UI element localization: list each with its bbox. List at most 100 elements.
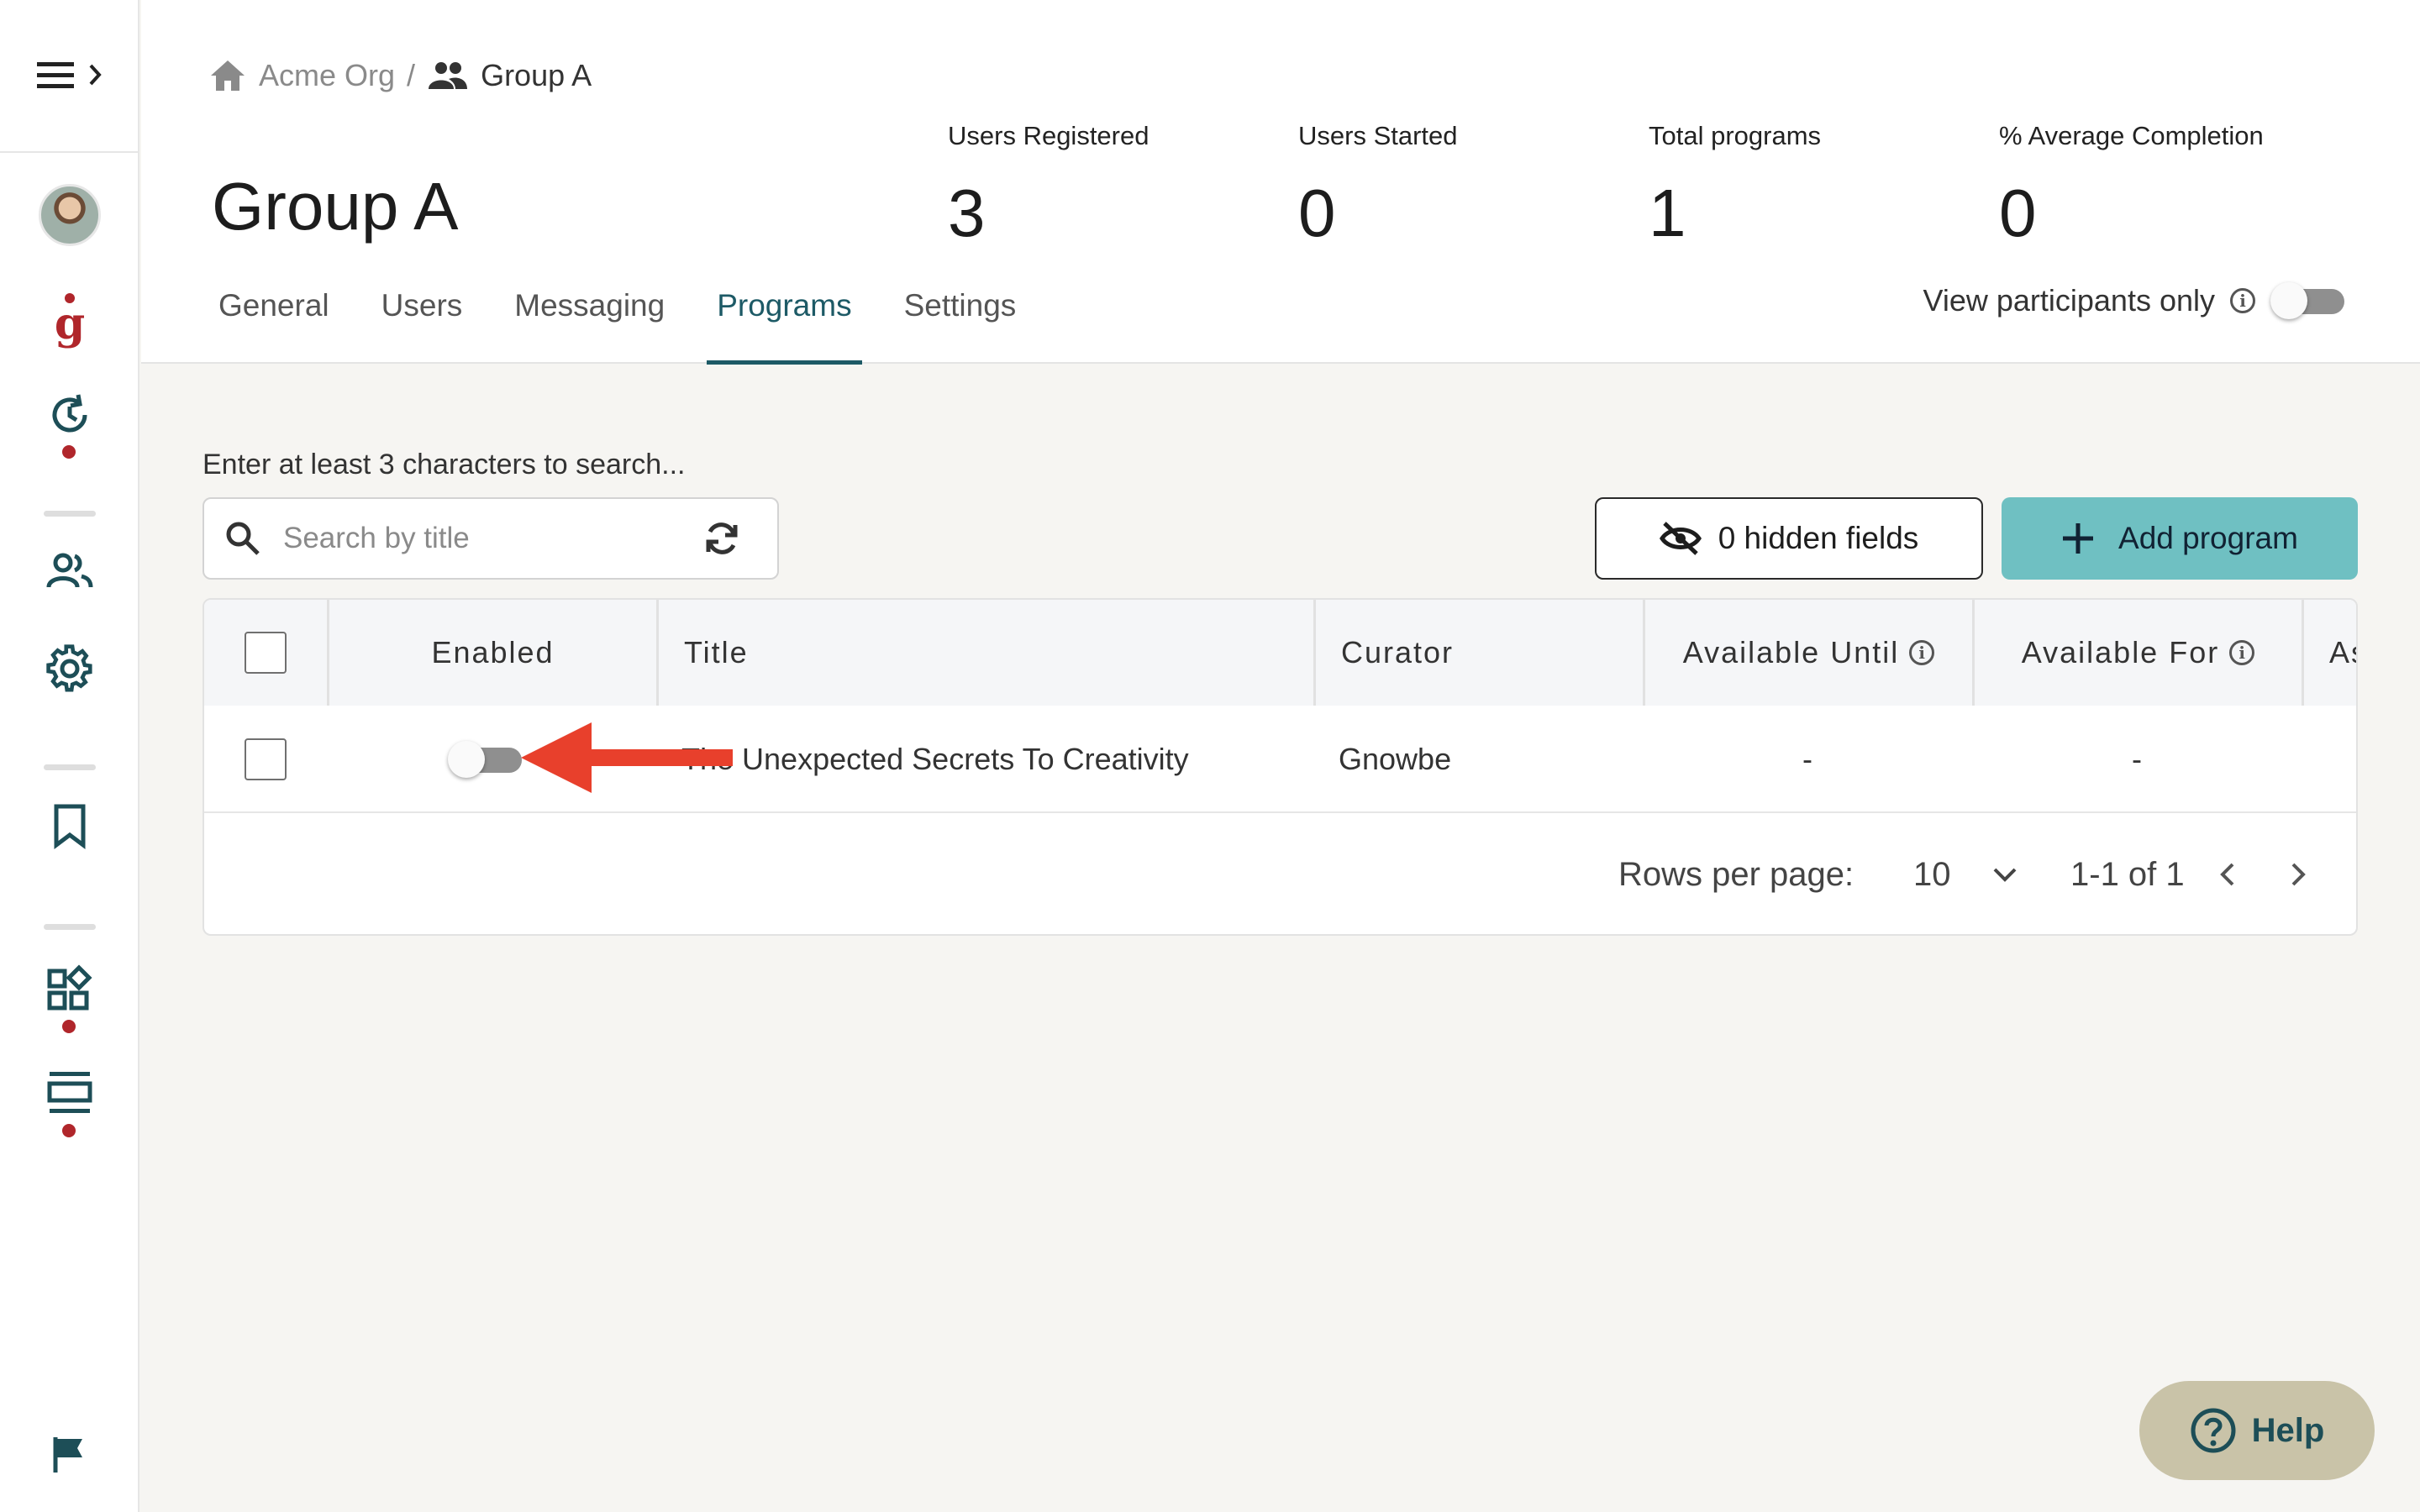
stat-value: 1 — [1649, 176, 1686, 250]
toggle-knob — [2270, 282, 2307, 319]
row-curator: Gnowbe — [1339, 742, 1452, 776]
tab-bar: General Users Messaging Programs Setting… — [208, 281, 1068, 365]
sidebar: g — [0, 0, 139, 1512]
page-title: Group A — [212, 169, 459, 244]
column-header-label: Available Until — [1682, 635, 1900, 669]
sidebar-divider — [0, 151, 139, 153]
help-button[interactable]: Help — [2139, 1381, 2375, 1480]
tab-programs[interactable]: Programs — [707, 281, 863, 365]
svg-text:g: g — [55, 298, 85, 349]
page-header: Acme Org / Group A Group A Users Registe… — [141, 0, 2420, 365]
search-field — [203, 497, 779, 580]
sidebar-item-layout[interactable] — [36, 1060, 103, 1127]
row-title[interactable]: The Unexpected Secrets To Creativity — [681, 706, 1313, 813]
help-label: Help — [2251, 1411, 2325, 1449]
view-participants-toggle[interactable] — [2270, 282, 2348, 319]
add-program-button[interactable]: Add program — [2002, 497, 2358, 580]
chevron-left-icon[interactable] — [2213, 859, 2244, 890]
pagination-range-text: 1-1 of 1 — [2070, 855, 2185, 893]
column-header-title[interactable]: Title — [656, 600, 1313, 706]
search-icon — [226, 522, 260, 555]
stat-users-registered: Users Registered 3 — [948, 121, 1149, 252]
info-icon[interactable]: i — [2230, 288, 2255, 313]
rows-per-page-value: 10 — [1913, 855, 1951, 893]
sidebar-item-widgets[interactable] — [36, 956, 103, 1023]
notification-dot — [62, 445, 76, 459]
stat-label: % Average Completion — [1999, 121, 2264, 150]
plus-icon — [2063, 523, 2094, 554]
stat-label: Total programs — [1649, 121, 1822, 150]
notification-dot — [62, 1020, 76, 1033]
add-program-label: Add program — [2118, 521, 2298, 555]
column-header-enabled[interactable]: Enabled — [327, 600, 656, 706]
row-available-until: - — [1802, 742, 1812, 776]
breadcrumb-org[interactable]: Acme Org — [259, 58, 395, 93]
annotation-arrow — [521, 722, 733, 793]
sidebar-item-users[interactable] — [36, 538, 103, 605]
tab-users[interactable]: Users — [381, 281, 463, 365]
view-participants-control: View participants only i — [1923, 282, 2348, 319]
info-icon[interactable]: i — [2229, 640, 2255, 665]
group-icon — [429, 62, 468, 89]
sidebar-item-feedback[interactable] — [36, 1421, 103, 1488]
column-header-assigned[interactable]: As — [2302, 600, 2356, 706]
search-input[interactable] — [283, 522, 703, 555]
hidden-fields-button[interactable]: 0 hidden fields — [1595, 497, 1983, 580]
column-header-curator[interactable]: Curator — [1313, 600, 1643, 706]
sidebar-item-settings[interactable] — [36, 635, 103, 702]
stat-label: Users Started — [1298, 121, 1458, 150]
sidebar-expand-button[interactable] — [34, 54, 109, 97]
menu-expand-icon — [37, 62, 102, 88]
rows-per-page-label: Rows per page: — [1618, 855, 1854, 893]
row-available-for: - — [2132, 742, 2142, 776]
stat-average-completion: % Average Completion 0 — [1999, 121, 2264, 252]
flag-icon — [53, 1437, 82, 1473]
stat-value: 0 — [1999, 176, 2037, 250]
refresh-icon[interactable] — [703, 520, 740, 557]
search-hint: Enter at least 3 characters to search... — [203, 449, 686, 480]
column-header-available-for[interactable]: Available For i — [1972, 600, 2302, 706]
settings-icon — [46, 644, 92, 692]
column-header-label: Available For — [2021, 635, 2220, 669]
stat-total-programs: Total programs 1 — [1649, 121, 1821, 252]
sidebar-separator — [44, 511, 96, 517]
stat-users-started: Users Started 0 — [1298, 121, 1458, 252]
tab-settings[interactable]: Settings — [904, 281, 1017, 365]
brand-g-icon: g — [55, 293, 85, 349]
chevron-right-icon[interactable] — [2282, 859, 2312, 890]
avatar-button[interactable] — [36, 181, 103, 249]
table-header: Enabled Title Curator Available Until i … — [204, 600, 2356, 706]
sidebar-separator — [44, 924, 96, 930]
widgets-icon — [47, 964, 92, 1011]
tab-general[interactable]: General — [218, 281, 329, 365]
users-icon — [46, 553, 93, 588]
breadcrumb-separator: / — [407, 58, 416, 92]
toggle-knob — [448, 741, 485, 778]
column-header-available-until[interactable]: Available Until i — [1643, 600, 1972, 706]
notification-dot — [62, 1124, 76, 1137]
view-participants-label: View participants only — [1923, 283, 2215, 318]
history-icon — [52, 394, 87, 433]
bookmark-icon — [54, 804, 86, 849]
sidebar-item-history[interactable] — [36, 381, 103, 449]
hidden-fields-label: 0 hidden fields — [1718, 521, 1919, 555]
layout-icon — [47, 1072, 92, 1113]
chevron-down-icon — [1993, 868, 2016, 882]
info-icon[interactable]: i — [1909, 640, 1935, 665]
home-icon[interactable] — [208, 58, 247, 93]
pagination-range: 1-1 of 1 — [2070, 813, 2312, 934]
select-all-checkbox[interactable] — [245, 632, 287, 674]
sidebar-item-brand[interactable]: g — [36, 286, 103, 353]
tab-messaging[interactable]: Messaging — [514, 281, 665, 365]
rows-per-page-select[interactable]: 10 — [1913, 813, 2020, 934]
pagination: Rows per page: 10 1-1 of 1 — [204, 813, 2356, 934]
sidebar-separator — [44, 764, 96, 770]
row-checkbox[interactable] — [245, 738, 287, 780]
program-enabled-toggle[interactable] — [448, 741, 525, 778]
sidebar-item-bookmarks[interactable] — [36, 793, 103, 860]
stat-value: 3 — [948, 176, 986, 250]
header-select-cell — [204, 600, 327, 706]
row-select-cell — [204, 706, 327, 813]
stat-value: 0 — [1298, 176, 1336, 250]
help-circle-icon — [2191, 1408, 2236, 1453]
